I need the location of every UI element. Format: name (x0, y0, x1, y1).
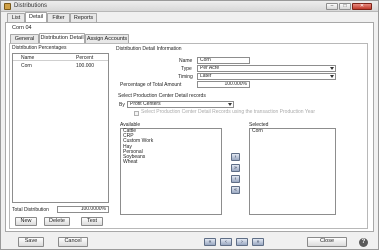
type-label: Type (181, 66, 192, 72)
delete-button[interactable]: Delete (44, 217, 70, 226)
column-header-percent: Percent (76, 55, 94, 61)
chevron-down-icon (330, 67, 334, 70)
remove-one-button[interactable]: ‹ (231, 175, 240, 183)
records-title: Select Production Center Detail records (118, 93, 206, 99)
chevron-down-icon (228, 103, 232, 106)
help-icon[interactable]: ? (359, 238, 368, 247)
timing-select[interactable]: Later (197, 73, 336, 80)
name-label: Name (179, 58, 193, 64)
by-select[interactable]: Profit Centers (127, 101, 234, 108)
remove-all-button[interactable]: « (231, 186, 240, 194)
distributions-window: Distributions – □ ✕ List Detail Filter R… (0, 0, 379, 250)
total-distribution-value: 100.0000% (57, 206, 109, 213)
by-label: By (119, 102, 125, 108)
test-button[interactable]: Test (81, 217, 103, 226)
subtab-distribution-detail[interactable]: Distribution Detail (39, 33, 85, 43)
grid-header: Name Percent (13, 54, 108, 61)
timing-label: Timing (178, 74, 193, 80)
add-all-button[interactable]: » (231, 164, 240, 172)
save-button[interactable]: Save (18, 237, 44, 247)
available-list[interactable]: Cattle CRP Custom Work Hay Personal Soyb… (120, 128, 222, 215)
percentage-total-label: Percentage of Total Amount (120, 82, 182, 88)
previous-record-button[interactable]: ‹ (220, 238, 232, 246)
last-record-button[interactable]: » (252, 238, 264, 246)
title-bar: Distributions – □ ✕ (1, 1, 378, 12)
timing-value: Later (200, 73, 212, 79)
selected-list[interactable]: Corn (249, 128, 336, 215)
cancel-button[interactable]: Cancel (58, 237, 88, 247)
production-year-checkbox[interactable] (134, 111, 139, 116)
percentages-grid[interactable]: Name Percent Corn 100.000 (12, 53, 109, 203)
table-row[interactable]: Corn 100.000 (13, 62, 108, 69)
percentage-total-input[interactable]: 100.000% (197, 81, 250, 88)
row-percent: 100.000 (76, 63, 95, 69)
tab-detail[interactable]: Detail (25, 12, 47, 22)
list-item[interactable]: Wheat (121, 160, 221, 165)
add-one-button[interactable]: › (231, 153, 240, 161)
detail-info-title: Distribution Detail Information (116, 46, 182, 52)
row-name: Corn (21, 63, 32, 69)
by-value: Profit Centers (130, 101, 161, 107)
type-value: Per Acre (200, 65, 220, 71)
maximize-button[interactable]: □ (339, 3, 351, 10)
name-input[interactable]: Corn (197, 57, 250, 64)
type-select[interactable]: Per Acre (197, 65, 336, 72)
chevron-down-icon (330, 75, 334, 78)
window-title: Distributions (14, 3, 48, 9)
next-record-button[interactable]: › (236, 238, 248, 246)
minimize-button[interactable]: – (326, 3, 338, 10)
app-icon (4, 3, 11, 10)
tab-list[interactable]: List (7, 13, 25, 22)
total-distribution-label: Total Distribution (12, 207, 49, 213)
window-close-button[interactable]: ✕ (352, 3, 372, 10)
list-item[interactable]: Corn (250, 128, 335, 134)
close-button[interactable]: Close (307, 237, 347, 247)
percentages-title: Distribution Percentages (12, 45, 67, 51)
column-header-name: Name (21, 55, 35, 61)
subtab-general[interactable]: General (10, 34, 39, 43)
subtab-assign-accounts[interactable]: Assign Accounts (85, 34, 129, 43)
production-year-checkbox-label: Select Production Center Detail Records … (141, 109, 315, 115)
first-record-button[interactable]: « (204, 238, 216, 246)
record-name: Corn 04 (12, 25, 32, 31)
tab-filter[interactable]: Filter (47, 13, 70, 22)
tab-reports[interactable]: Reports (70, 13, 97, 22)
new-button[interactable]: New (15, 217, 37, 226)
